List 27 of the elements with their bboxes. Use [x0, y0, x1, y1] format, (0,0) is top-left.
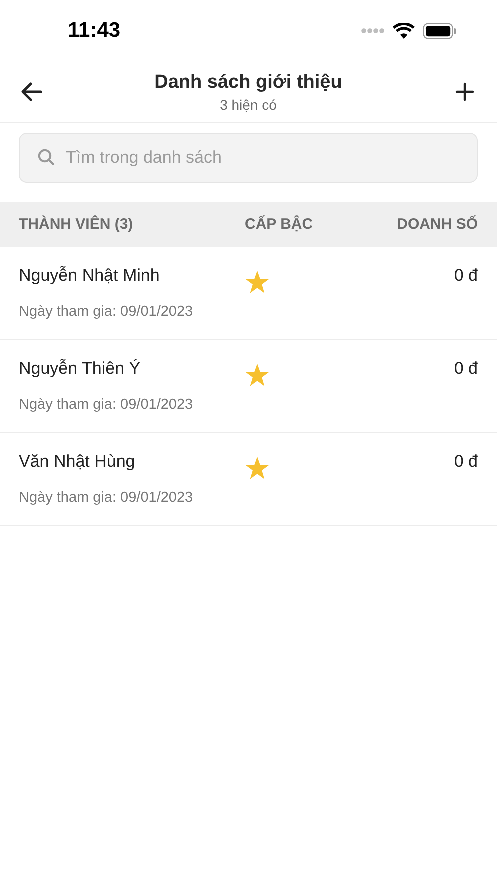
- page-subtitle: 3 hiện có: [220, 96, 277, 112]
- revenue-amount: 0 đ: [454, 358, 478, 380]
- member-row[interactable]: Văn Nhật Hùng Ngày tham gia: 09/01/2023 0 đ: [0, 433, 497, 526]
- member-row[interactable]: Nguyễn Thiên Ý Ngày tham gia: 09/01/2023 0 đ: [0, 340, 497, 433]
- revenue-amount: 0 đ: [454, 265, 478, 287]
- join-date: Ngày tham gia: 09/01/2023: [19, 304, 194, 320]
- wifi-icon: [393, 23, 415, 39]
- signal-icon: [361, 28, 385, 34]
- status-time: 11:43: [68, 19, 121, 43]
- join-date: Ngày tham gia: 09/01/2023: [19, 490, 194, 506]
- member-row[interactable]: Nguyễn Nhật Minh Ngày tham gia: 09/01/2023 0 đ: [0, 247, 497, 340]
- revenue-amount: 0 đ: [454, 451, 478, 473]
- battery-icon: [423, 22, 457, 40]
- member-name: Văn Nhật Hùng: [19, 452, 136, 472]
- rank-star-icon: [245, 457, 270, 481]
- member-name: Nguyễn Nhật Minh: [19, 266, 161, 286]
- join-date: Ngày tham gia: 09/01/2023: [19, 397, 194, 413]
- rank-star-icon: [245, 364, 270, 388]
- rank-star-icon: [245, 271, 270, 295]
- page-title: Danh sách giới thiệu: [154, 72, 342, 94]
- column-header: THÀNH VIÊN (3): [19, 216, 134, 233]
- search-field[interactable]: Tìm trong danh sách: [19, 133, 478, 183]
- member-name: Nguyễn Thiên Ý: [19, 359, 142, 379]
- plus-icon: [455, 82, 475, 102]
- back-arrow-icon: [21, 82, 43, 102]
- column-header: CẤP BẬC: [245, 216, 314, 233]
- column-header: DOANH SỐ: [397, 216, 478, 233]
